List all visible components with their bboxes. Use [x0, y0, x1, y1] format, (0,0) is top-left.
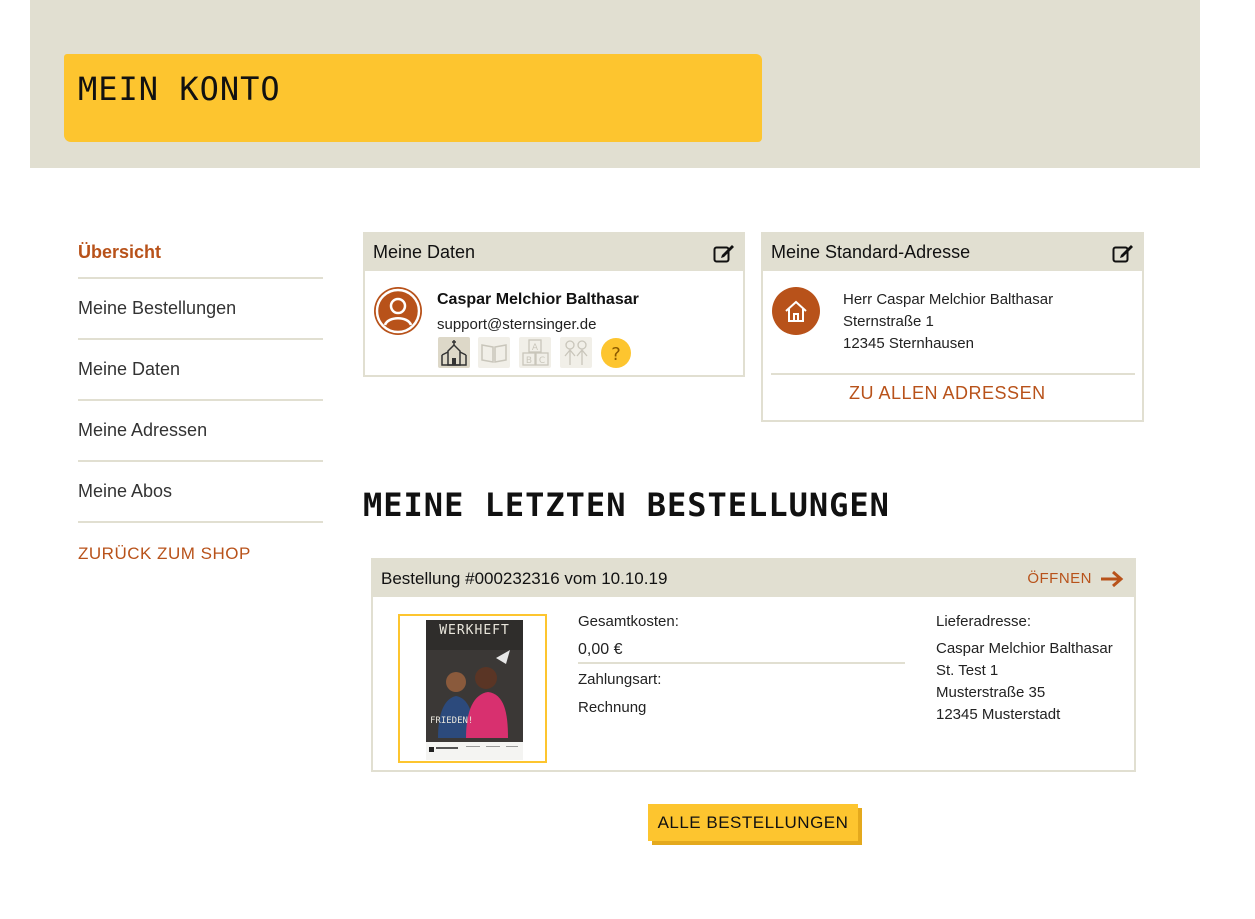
- address-line-1: Herr Caspar Melchior Balthasar: [843, 291, 1054, 308]
- address-divider: [771, 373, 1135, 375]
- sidebar-item-overview[interactable]: Übersicht: [78, 228, 323, 279]
- open-order-link[interactable]: ÖFFNEN: [1027, 570, 1124, 588]
- all-orders-button[interactable]: ALLE BESTELLUNGEN: [648, 804, 858, 841]
- my-data-card: Meine Daten Caspar Melchior Balthasar su…: [363, 232, 745, 377]
- church-icon[interactable]: [438, 337, 470, 368]
- product-cover-image: WERKHEFT FRIEDEN!: [426, 620, 523, 760]
- total-divider: [578, 662, 905, 664]
- sidebar-item-subscriptions[interactable]: Meine Abos: [78, 462, 323, 523]
- my-data-card-header: Meine Daten: [365, 234, 743, 271]
- abc-blocks-icon[interactable]: A B C: [519, 337, 551, 368]
- user-avatar-icon: [374, 287, 422, 335]
- sidebar-item-orders[interactable]: Meine Bestellungen: [78, 279, 323, 340]
- order-card: Bestellung #000232316 vom 10.10.19 ÖFFNE…: [371, 558, 1136, 772]
- page-title: MEIN KONTO: [78, 70, 281, 108]
- default-address-card-title: Meine Standard-Adresse: [771, 242, 971, 262]
- home-icon: [772, 287, 820, 335]
- product-thumbnail[interactable]: WERKHEFT FRIEDEN!: [398, 614, 547, 763]
- edit-icon[interactable]: [713, 243, 735, 263]
- payment-label: Zahlungsart:: [578, 671, 662, 688]
- delivery-line-1: Caspar Melchior Balthasar: [936, 640, 1113, 657]
- user-name: Caspar Melchior Balthasar: [437, 291, 639, 308]
- sidebar: Übersicht Meine Bestellungen Meine Daten…: [78, 228, 323, 584]
- my-data-card-title: Meine Daten: [373, 242, 476, 262]
- svg-text:A: A: [532, 343, 539, 353]
- help-icon[interactable]: ?: [600, 337, 632, 368]
- svg-text:C: C: [539, 356, 545, 366]
- svg-text:B: B: [526, 356, 532, 366]
- arrow-right-icon: [1101, 570, 1124, 587]
- total-label: Gesamtkosten:: [578, 613, 679, 630]
- delivery-line-3: Musterstraße 35: [936, 684, 1046, 701]
- sidebar-item-my-data[interactable]: Meine Daten: [78, 340, 323, 401]
- help-glyph: ?: [611, 344, 621, 365]
- order-heading: Bestellung #000232316 vom 10.10.19: [381, 568, 668, 588]
- cover-title: WERKHEFT: [439, 623, 510, 638]
- all-addresses-link[interactable]: ZU ALLEN ADRESSEN: [849, 383, 1046, 404]
- edit-icon[interactable]: [1112, 243, 1134, 263]
- torn-edge: [30, 152, 1200, 166]
- total-value: 0,00 €: [578, 641, 623, 658]
- sidebar-item-addresses[interactable]: Meine Adressen: [78, 401, 323, 462]
- address-line-2: Sternstraße 1: [843, 313, 934, 330]
- delivery-line-4: 12345 Musterstadt: [936, 706, 1061, 723]
- delivery-line-2: St. Test 1: [936, 662, 999, 679]
- cover-subtitle: FRIEDEN!: [430, 716, 474, 726]
- payment-value: Rechnung: [578, 699, 647, 716]
- user-email: support@sternsinger.de: [437, 316, 597, 333]
- delivery-label: Lieferadresse:: [936, 613, 1032, 630]
- default-address-card: Meine Standard-Adresse Herr Caspar Melch…: [761, 232, 1144, 422]
- back-to-shop-link[interactable]: ZURÜCK ZUM SHOP: [78, 523, 323, 584]
- default-address-card-header: Meine Standard-Adresse: [763, 234, 1142, 271]
- open-order-label: ÖFFNEN: [1027, 570, 1092, 587]
- book-icon[interactable]: [478, 337, 510, 368]
- address-line-3: 12345 Sternhausen: [843, 335, 974, 352]
- recent-orders-title: MEINE LETZTEN BESTELLUNGEN: [363, 486, 890, 524]
- children-icon[interactable]: [560, 337, 592, 368]
- order-header: Bestellung #000232316 vom 10.10.19 ÖFFNE…: [373, 560, 1134, 597]
